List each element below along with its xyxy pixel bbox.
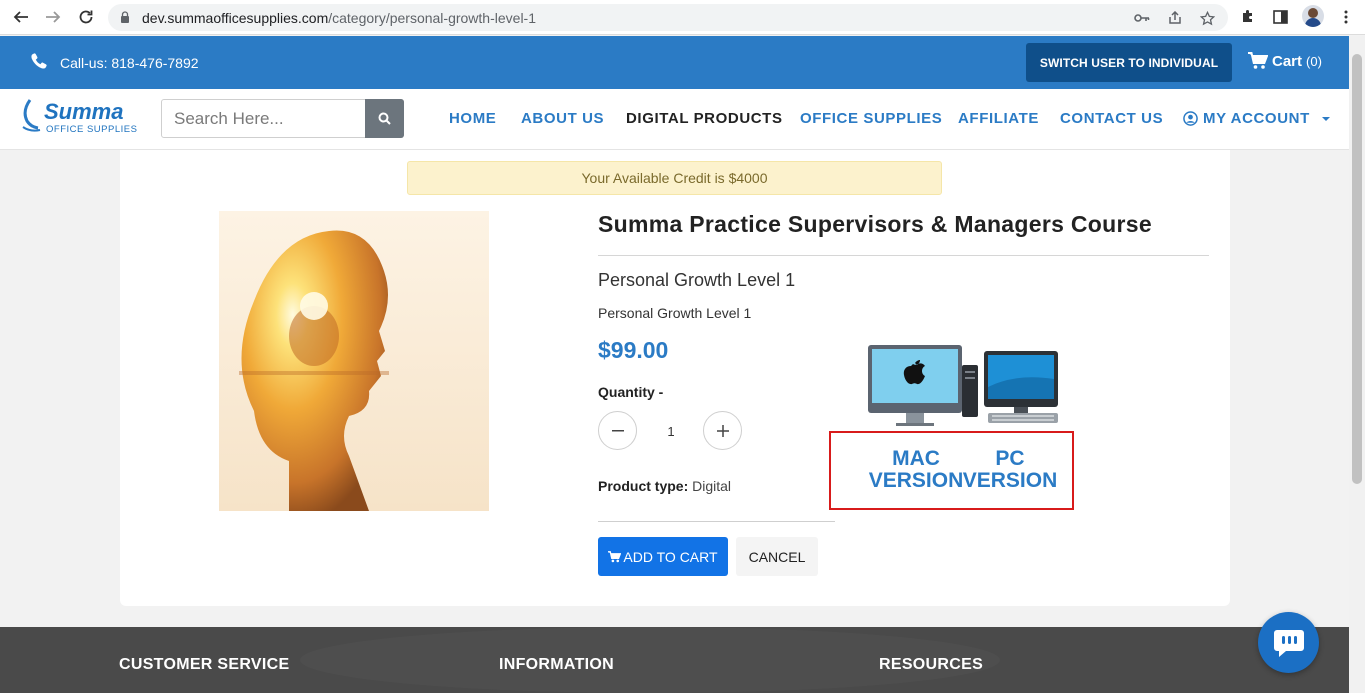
quantity-value[interactable]: 1 (660, 424, 682, 439)
reload-icon[interactable] (75, 6, 97, 28)
side-panel-icon[interactable] (1270, 7, 1290, 27)
add-to-cart-button[interactable]: ADD TO CART (598, 537, 728, 576)
product-type: Product type: Digital (598, 478, 732, 494)
product-description: Personal Growth Level 1 (598, 305, 752, 321)
key-icon[interactable] (1133, 9, 1151, 27)
mac-pc-computers-image (868, 345, 1058, 426)
site-footer: CUSTOMER SERVICE INFORMATION RESOURCES (0, 627, 1349, 693)
caret-down-icon (1321, 116, 1330, 121)
chat-bubble-icon (1273, 629, 1304, 657)
title-divider (598, 255, 1209, 256)
search-icon (378, 112, 391, 125)
cart-label: Cart (1272, 52, 1303, 70)
cart-icon (1248, 52, 1268, 69)
quantity-increase-button[interactable] (703, 411, 742, 450)
browser-toolbar: dev.summaofficesupplies.com/category/per… (0, 0, 1365, 35)
plus-icon (716, 424, 729, 437)
chat-widget-button[interactable] (1258, 612, 1319, 673)
cancel-button[interactable]: CANCEL (736, 537, 818, 576)
cart-count: (0) (1306, 53, 1322, 69)
footer-heading-information: INFORMATION (499, 656, 614, 673)
url-text: dev.summaofficesupplies.com/category/per… (142, 10, 536, 26)
summa-logo[interactable]: Summa OFFICE SUPPLIES (20, 97, 150, 135)
mac-version-label: MAC VERSION (868, 447, 964, 492)
lock-icon (121, 11, 129, 23)
more-menu-icon[interactable] (1336, 7, 1356, 27)
quantity-decrease-button[interactable] (598, 411, 637, 450)
nav-affiliate[interactable]: AFFILIATE (958, 110, 1039, 127)
cart-link[interactable]: Cart (0) (1248, 52, 1322, 70)
top-bar: Call-us: 818-476-7892 SWITCH USER TO IND… (0, 36, 1349, 89)
search-button[interactable] (365, 99, 404, 138)
nav-home[interactable]: HOME (449, 110, 496, 127)
product-price: $99.00 (598, 337, 669, 363)
forward-arrow-icon[interactable] (42, 6, 64, 28)
search-input[interactable] (162, 100, 366, 137)
my-account-label: MY ACCOUNT (1203, 110, 1310, 127)
credit-banner: Your Available Credit is $4000 (407, 161, 942, 195)
page-scrollbar[interactable] (1349, 36, 1365, 693)
scrollbar-thumb[interactable] (1352, 54, 1362, 484)
share-icon[interactable] (1166, 9, 1184, 27)
nav-office-supplies[interactable]: OFFICE SUPPLIES (800, 110, 942, 127)
nav-about-us[interactable]: ABOUT US (521, 110, 604, 127)
footer-heading-customer-service: CUSTOMER SERVICE (119, 656, 290, 673)
profile-avatar[interactable] (1302, 5, 1324, 27)
minus-icon (611, 429, 624, 431)
back-arrow-icon[interactable] (10, 6, 32, 28)
address-bar[interactable]: dev.summaofficesupplies.com/category/per… (108, 4, 1228, 31)
switch-user-button[interactable]: SWITCH USER TO INDIVIDUAL (1026, 43, 1232, 82)
svg-text:Summa: Summa (44, 99, 123, 124)
action-divider (598, 521, 835, 522)
extensions-puzzle-icon[interactable] (1238, 7, 1258, 27)
footer-heading-resources: RESOURCES (879, 656, 984, 673)
quantity-label: Quantity - (598, 384, 664, 400)
add-to-cart-label: ADD TO CART (623, 548, 718, 565)
product-image (219, 211, 489, 511)
bookmark-star-icon[interactable] (1198, 9, 1216, 27)
svg-text:OFFICE SUPPLIES: OFFICE SUPPLIES (46, 124, 137, 135)
nav-digital-products[interactable]: DIGITAL PRODUCTS (626, 110, 783, 127)
nav-contact-us[interactable]: CONTACT US (1060, 110, 1163, 127)
search-box (161, 99, 404, 138)
product-subtitle: Personal Growth Level 1 (598, 270, 796, 290)
site-header: Summa OFFICE SUPPLIES HOME ABOUT US DIGI… (0, 89, 1349, 150)
phone-number: Call-us: 818-476-7892 (60, 55, 199, 71)
pc-version-label: PC VERSION (962, 447, 1058, 492)
cart-icon (608, 550, 622, 562)
user-circle-icon (1183, 111, 1198, 126)
phone-icon (31, 53, 47, 69)
product-title: Summa Practice Supervisors & Managers Co… (598, 211, 1152, 237)
nav-my-account[interactable]: MY ACCOUNT (1183, 110, 1331, 127)
